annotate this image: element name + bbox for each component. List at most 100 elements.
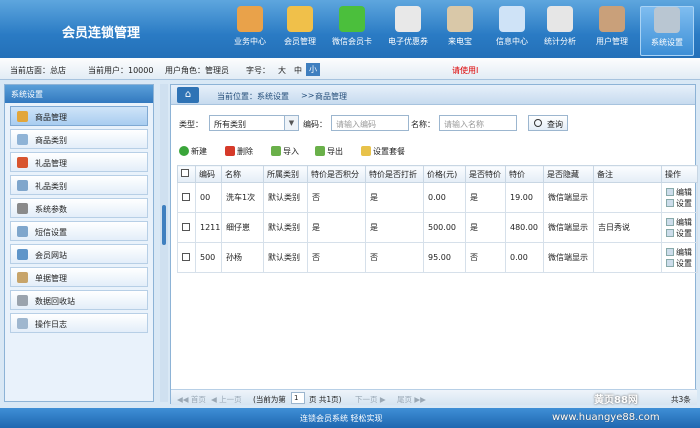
row-checkbox[interactable]	[182, 192, 190, 201]
sidebar-item-wrench[interactable]: 系统参数	[10, 198, 148, 218]
select-all-icon[interactable]	[177, 165, 196, 183]
cell-code: 1211	[195, 212, 222, 243]
toolbar: 新建 删除 导入 导出 设置套餐	[177, 143, 691, 161]
nav-wechat-button[interactable]: 微信会员卡	[330, 6, 374, 56]
column-header[interactable]: 所属类别	[263, 165, 308, 183]
set-label: 设置	[676, 198, 692, 208]
set-label: 设置	[676, 228, 692, 238]
sidebar-item-log[interactable]: 操作日志	[10, 313, 148, 333]
column-header[interactable]: 名称	[221, 165, 264, 183]
sidebar-item-category[interactable]: 商品类别	[10, 129, 148, 149]
nav-label: 来电宝	[448, 37, 472, 46]
prev-page-button[interactable]: ◀ 上一页	[211, 394, 242, 405]
folder-icon	[361, 146, 371, 156]
sidebar-item-sms[interactable]: 短信设置	[10, 221, 148, 241]
font-size-small[interactable]: 小	[306, 63, 320, 76]
nav-coupon-button[interactable]: 电子优惠券	[386, 6, 430, 56]
cell-category: 默认类别	[263, 212, 308, 243]
chevron-down-icon[interactable]: ▼	[284, 116, 298, 130]
column-header[interactable]: 操作	[661, 165, 698, 183]
nav-label: 用户管理	[596, 37, 628, 46]
nav-phone-button[interactable]: 来电宝	[438, 6, 482, 56]
column-header[interactable]: 备注	[593, 165, 662, 183]
page-info-suffix: 页 共1页)	[309, 395, 342, 404]
name-input[interactable]: 请输入名称	[439, 115, 517, 131]
nav-tools-button[interactable]: 系统设置	[640, 6, 694, 56]
nav-member-chart-button[interactable]: 会员管理	[278, 6, 322, 56]
row-checkbox[interactable]	[182, 222, 190, 231]
cell-hidden: 微信端显示	[543, 242, 594, 273]
sidebar-item-recycle-bin[interactable]: 数据回收站	[10, 290, 148, 310]
sidebar-item-label: 短信设置	[35, 228, 67, 237]
last-page-button[interactable]: 尾页 ▶▶	[397, 394, 426, 405]
row-actions: 编辑 设置	[661, 242, 698, 273]
sidebar-item-label: 商品类别	[35, 136, 67, 145]
column-header[interactable]: 是否特价	[465, 165, 506, 183]
new-button-label: 新建	[191, 147, 207, 156]
column-header[interactable]: 特价	[505, 165, 544, 183]
add-icon	[179, 146, 189, 156]
table-row[interactable]: 00 洗车1次 默认类别否是 0.00 是 19.00 微信端显示 编辑 设置	[177, 182, 698, 213]
cell-special: 是	[465, 182, 506, 213]
import-button[interactable]: 导入	[271, 146, 299, 157]
edit-action[interactable]: 编辑	[666, 187, 697, 198]
select-all-checkbox[interactable]	[181, 169, 189, 177]
name-label: 名称：	[411, 120, 435, 129]
query-button[interactable]: 查询	[528, 115, 568, 131]
user-role: 用户角色：管理员	[165, 66, 229, 75]
cell-category: 默认类别	[263, 182, 308, 213]
row-checkbox[interactable]	[182, 252, 190, 261]
edit-action[interactable]: 编辑	[666, 217, 697, 228]
search-icon	[534, 119, 542, 127]
nav-users-button[interactable]: 用户管理	[590, 6, 634, 56]
home-icon[interactable]: ⌂	[177, 87, 199, 103]
sidebar-item-receipt[interactable]: 单据管理	[10, 267, 148, 287]
edit-label: 编辑	[676, 247, 692, 257]
column-header[interactable]: 是否隐藏	[543, 165, 594, 183]
set-action[interactable]: 设置	[666, 228, 697, 239]
sidebar-item-gift[interactable]: 礼品管理	[10, 152, 148, 172]
font-size-medium[interactable]: 中	[294, 65, 302, 76]
font-size-large[interactable]: 大	[278, 65, 286, 76]
new-button[interactable]: 新建	[179, 146, 207, 157]
first-page-button[interactable]: ◀◀ 首页	[177, 394, 206, 405]
column-header[interactable]: 特价是否积分	[307, 165, 366, 183]
row-select-cell[interactable]	[177, 242, 196, 273]
sidebar-item-gift-category[interactable]: 礼品类别	[10, 175, 148, 195]
set-action[interactable]: 设置	[666, 198, 697, 209]
set-package-button[interactable]: 设置套餐	[361, 146, 405, 157]
column-header[interactable]: 特价是否打折	[365, 165, 424, 183]
cell-price: 95.00	[423, 242, 466, 273]
cell-hidden: 微信端显示	[543, 212, 594, 243]
edit-icon	[666, 187, 674, 196]
nav-label: 业务中心	[234, 37, 266, 46]
cell-price: 500.00	[423, 212, 466, 243]
sidebar-item-pencil[interactable]: 商品管理	[10, 106, 148, 126]
gift-category-icon	[17, 180, 28, 191]
nav-message-button[interactable]: 信息中心	[490, 6, 534, 56]
next-page-button[interactable]: 下一页 ▶	[355, 394, 386, 405]
type-select[interactable]: 所有类别 ▼	[209, 115, 299, 131]
table-row[interactable]: 500 孙杨 默认类别否否 95.00 否 0.00 微信端显示 编辑 设置	[177, 242, 698, 273]
receipt-icon	[17, 272, 28, 283]
row-select-cell[interactable]	[177, 212, 196, 243]
pencil-icon	[17, 111, 28, 122]
nav-person-card-button[interactable]: 业务中心	[228, 6, 272, 56]
collapse-handle[interactable]	[162, 205, 166, 245]
column-header[interactable]: 价格(元)	[423, 165, 466, 183]
code-input[interactable]: 请输入编码	[331, 115, 409, 131]
row-select-cell[interactable]	[177, 182, 196, 213]
column-header[interactable]: 编码	[195, 165, 222, 183]
delete-button[interactable]: 删除	[225, 146, 253, 157]
nav-bar-chart-button[interactable]: 统计分析	[538, 6, 582, 56]
page-number-input[interactable]: 1	[291, 392, 305, 404]
edit-action[interactable]: 编辑	[666, 247, 697, 258]
cell-name: 孙杨	[221, 242, 264, 273]
set-action[interactable]: 设置	[666, 258, 697, 269]
recycle-bin-icon	[17, 295, 28, 306]
export-button[interactable]: 导出	[315, 146, 343, 157]
website-icon	[17, 249, 28, 260]
table-row[interactable]: 1211 细仔崽 默认类别是是 500.00 是 480.00 微信端显示 吉日秀说 编辑 设置	[177, 212, 698, 243]
cell-price: 0.00	[423, 182, 466, 213]
sidebar-item-website[interactable]: 会员网站	[10, 244, 148, 264]
